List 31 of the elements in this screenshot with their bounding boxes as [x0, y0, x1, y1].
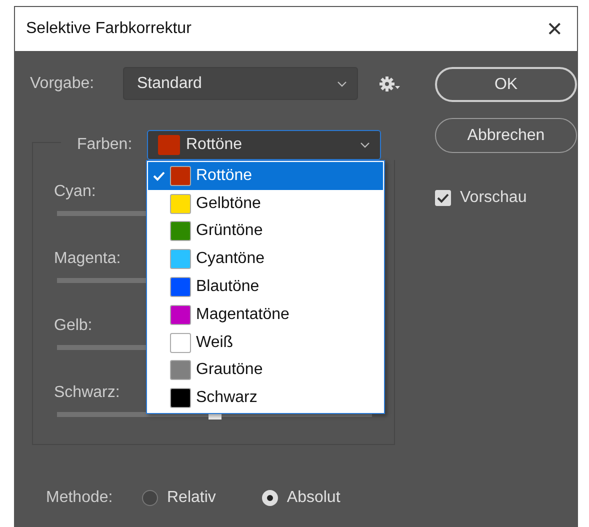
ok-button[interactable]: OK [435, 67, 577, 102]
chevron-icon [337, 80, 347, 86]
radio-label[interactable]: Absolut [286, 489, 340, 507]
preview-label[interactable]: Vorschau [460, 189, 527, 207]
radio-button[interactable] [142, 490, 158, 506]
slider-label: Schwarz: [54, 384, 120, 403]
preset-dropdown[interactable]: Standard [123, 67, 358, 100]
colors-dropdown[interactable]: Rottöne [147, 130, 381, 160]
checkbox[interactable] [435, 190, 451, 206]
method-label: Methode: [46, 489, 114, 507]
radio-label[interactable]: Relativ [167, 489, 216, 507]
slider-label: Gelb: [54, 317, 92, 336]
menu-item[interactable]: Weiß [148, 328, 383, 357]
menu-item[interactable]: Blautöne [148, 273, 383, 301]
settings-icon[interactable] [379, 74, 401, 92]
menu-item[interactable]: Schwarz [148, 384, 383, 412]
menu-item[interactable]: Grüntöne [148, 218, 383, 246]
check-icon [153, 170, 165, 181]
close-button[interactable]: ✕ [540, 17, 569, 41]
cancel-button[interactable]: Abbrechen [435, 118, 577, 153]
slider-label: Cyan: [54, 183, 96, 202]
menu-item[interactable]: Grautöne [148, 356, 383, 384]
chevron-icon [360, 142, 370, 148]
slider-label: Magenta: [54, 250, 121, 269]
preset-label: Vorgabe: [30, 74, 96, 92]
menu-item[interactable]: Magentatöne [148, 300, 383, 329]
menu-item[interactable]: Rottöne [148, 162, 383, 190]
window-title: Selektive Farbkorrektur [26, 20, 192, 38]
colors-label: Farben: [77, 136, 134, 154]
menu-item[interactable]: Gelbtöne [148, 190, 383, 218]
menu-item[interactable]: Cyantöne [148, 245, 383, 274]
